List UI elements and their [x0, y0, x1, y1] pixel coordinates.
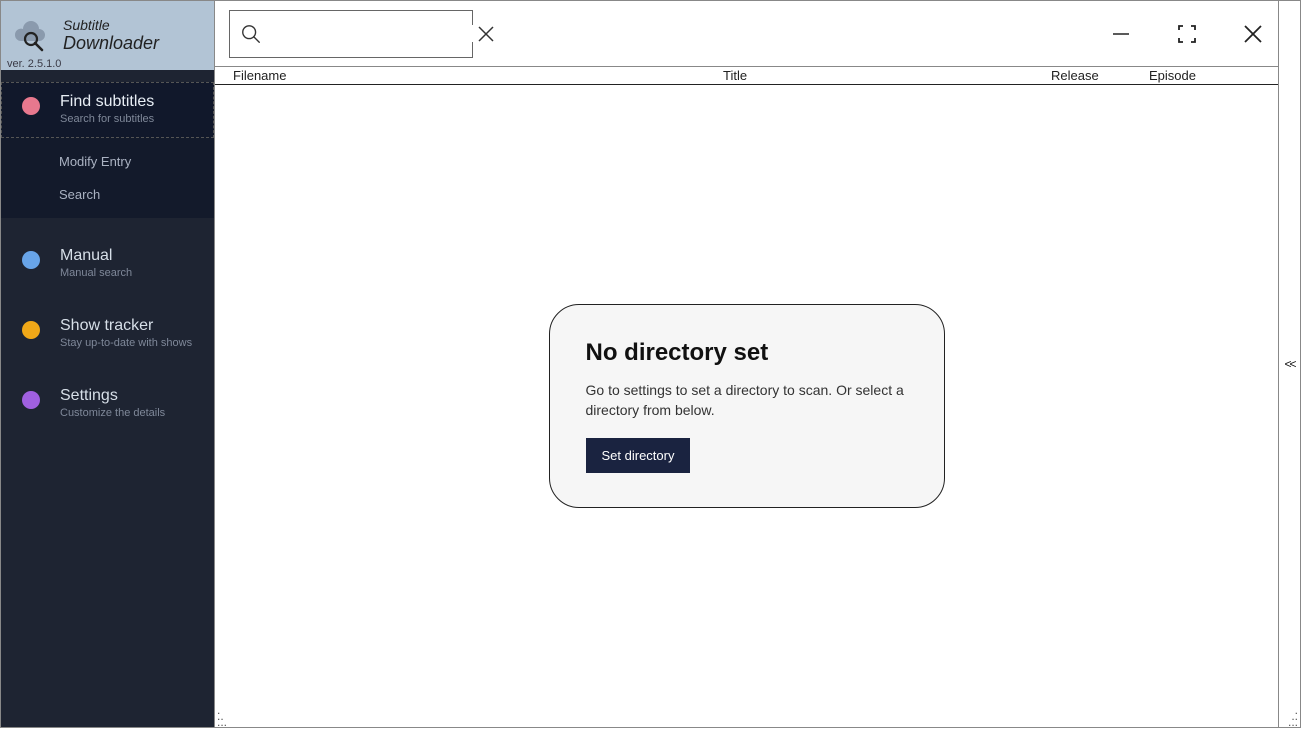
column-title[interactable]: Title	[723, 68, 1051, 83]
dot-icon	[22, 97, 40, 115]
brand-header: Subtitle Downloader ver. 2.5.1.0	[1, 1, 214, 70]
dot-icon	[22, 251, 40, 269]
sidebar-item-label: Find subtitles	[60, 93, 154, 111]
dot-icon	[22, 391, 40, 409]
resize-grip-icon[interactable]: ......	[1288, 707, 1298, 725]
placeholder-text: Go to settings to set a directory to sca…	[586, 381, 908, 420]
brand-line1: Subtitle	[63, 17, 159, 33]
placeholder-title: No directory set	[586, 339, 908, 367]
close-button[interactable]	[1242, 23, 1264, 45]
sidebar-item-sublabel: Customize the details	[60, 407, 165, 419]
sidebar-item-label: Show tracker	[60, 317, 192, 335]
brand-text: Subtitle Downloader	[63, 17, 159, 54]
sidebar-item-settings[interactable]: Settings Customize the details	[1, 368, 214, 438]
window-controls	[1110, 23, 1264, 45]
collapse-handle[interactable]: <<	[1284, 357, 1294, 371]
main-area: Filename Title Release Episode No direct…	[214, 1, 1278, 727]
column-release[interactable]: Release	[1051, 68, 1149, 83]
minimize-button[interactable]	[1110, 23, 1132, 45]
set-directory-button[interactable]: Set directory	[586, 438, 691, 473]
dot-icon	[22, 321, 40, 339]
column-episode[interactable]: Episode	[1149, 68, 1269, 83]
sidebar-subnav: Modify Entry Search	[1, 138, 214, 218]
sidebar-item-sublabel: Stay up-to-date with shows	[60, 337, 192, 349]
subnav-modify-entry[interactable]: Modify Entry	[59, 154, 214, 169]
table-header: Filename Title Release Episode	[215, 67, 1278, 85]
maximize-button[interactable]	[1176, 23, 1198, 45]
sidebar-item-sublabel: Manual search	[60, 267, 132, 279]
search-input[interactable]	[262, 25, 477, 42]
searchbox[interactable]	[229, 10, 473, 58]
resize-grip-icon[interactable]: ......	[217, 707, 227, 725]
column-filename[interactable]: Filename	[233, 68, 723, 83]
sidebar-item-label: Settings	[60, 387, 165, 405]
sidebar-item-show-tracker[interactable]: Show tracker Stay up-to-date with shows	[1, 298, 214, 368]
topbar	[215, 1, 1278, 67]
app-window: Subtitle Downloader ver. 2.5.1.0 Find su…	[0, 0, 1301, 728]
no-directory-card: No directory set Go to settings to set a…	[549, 304, 945, 508]
brand-line2: Downloader	[63, 33, 159, 54]
search-icon	[240, 23, 262, 45]
sidebar-item-sublabel: Search for subtitles	[60, 113, 154, 125]
content-area: No directory set Go to settings to set a…	[215, 85, 1278, 727]
sidebar-item-find-subtitles[interactable]: Find subtitles Search for subtitles	[1, 82, 214, 138]
sidebar-nav: Find subtitles Search for subtitles Modi…	[1, 70, 214, 438]
clear-search-icon[interactable]	[477, 25, 495, 43]
sidebar: Subtitle Downloader ver. 2.5.1.0 Find su…	[1, 1, 214, 727]
sidebar-item-manual[interactable]: Manual Manual search	[1, 228, 214, 298]
app-logo-icon	[11, 19, 53, 53]
version-label: ver. 2.5.1.0	[7, 58, 61, 70]
subnav-search[interactable]: Search	[59, 187, 214, 202]
right-panel-strip: << ......	[1278, 1, 1300, 727]
sidebar-item-label: Manual	[60, 247, 132, 265]
